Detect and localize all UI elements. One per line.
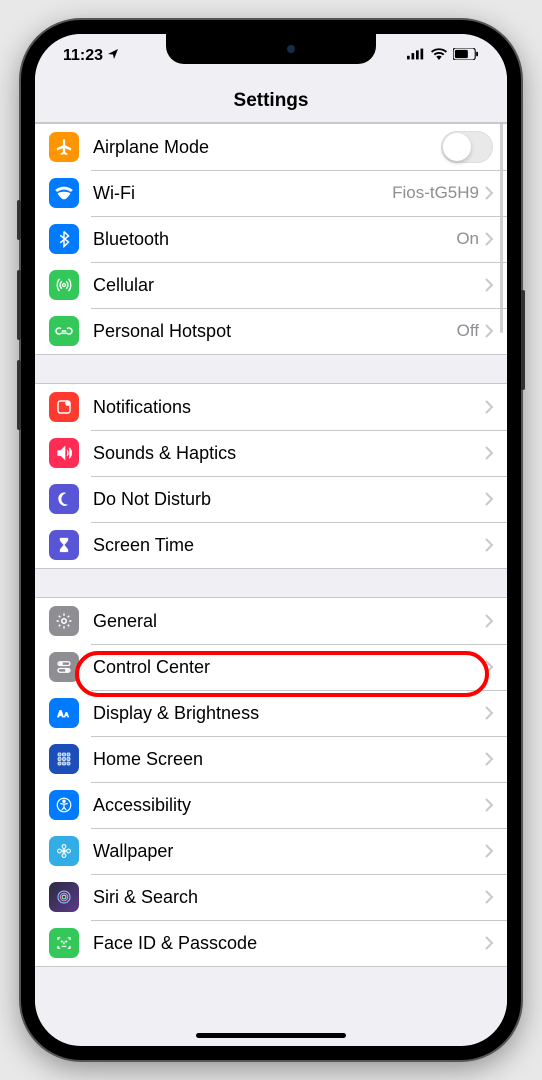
status-right [407,47,479,65]
sliders-icon [49,652,79,682]
row-control-center[interactable]: Control Center [35,644,507,690]
hotspot-icon [49,316,79,346]
row-accessibility[interactable]: Accessibility [35,782,507,828]
airplane-icon [49,132,79,162]
row-screen-time[interactable]: Screen Time [35,522,507,568]
status-left: 11:23 [63,47,119,65]
settings-list[interactable]: Airplane Mode Wi-Fi Fios-tG5H9 Bluetooth [35,123,507,1045]
settings-group-connectivity: Airplane Mode Wi-Fi Fios-tG5H9 Bluetooth [35,123,507,355]
chevron-right-icon [485,614,493,628]
row-general[interactable]: General [35,598,507,644]
chevron-right-icon [485,446,493,460]
gear-icon [49,606,79,636]
chevron-right-icon [485,798,493,812]
row-label: Screen Time [93,535,485,556]
row-label: Sounds & Haptics [93,443,485,464]
cellular-icon [49,270,79,300]
wifi-icon [49,178,79,208]
location-icon [107,47,119,65]
row-label: Home Screen [93,749,485,770]
device-frame: 11:23 Settings [21,20,521,1060]
row-notifications[interactable]: Notifications [35,384,507,430]
row-label: Accessibility [93,795,485,816]
nav-header: Settings [35,78,507,123]
battery-icon [453,47,479,65]
hourglass-icon [49,530,79,560]
accessibility-icon [49,790,79,820]
volume-down-button [17,360,21,430]
row-value: On [456,229,479,249]
chevron-right-icon [485,492,493,506]
volume-up-button [17,270,21,340]
svg-text:A: A [57,709,64,719]
chevron-right-icon [485,232,493,246]
row-sounds-haptics[interactable]: Sounds & Haptics [35,430,507,476]
wifi-icon [431,47,447,65]
notifications-icon [49,392,79,422]
power-button [521,290,525,390]
row-label: General [93,611,485,632]
row-label: Do Not Disturb [93,489,485,510]
row-cellular[interactable]: Cellular [35,262,507,308]
flower-icon [49,836,79,866]
chevron-right-icon [485,890,493,904]
row-label: Siri & Search [93,887,485,908]
chevron-right-icon [485,186,493,200]
row-label: Wi-Fi [93,183,392,204]
row-label: Control Center [93,657,485,678]
faceid-icon [49,928,79,958]
chevron-right-icon [485,324,493,338]
side-button [17,200,21,240]
row-bluetooth[interactable]: Bluetooth On [35,216,507,262]
siri-icon [49,882,79,912]
chevron-right-icon [485,844,493,858]
row-home-screen[interactable]: Home Screen [35,736,507,782]
svg-text:A: A [64,712,69,719]
chevron-right-icon [485,752,493,766]
airplane-mode-toggle[interactable] [441,131,493,163]
row-display-brightness[interactable]: AA Display & Brightness [35,690,507,736]
row-label: Wallpaper [93,841,485,862]
chevron-right-icon [485,936,493,950]
row-wallpaper[interactable]: Wallpaper [35,828,507,874]
screen: 11:23 Settings [35,34,507,1046]
row-value: Fios-tG5H9 [392,183,479,203]
cellular-signal-icon [407,47,425,65]
row-do-not-disturb[interactable]: Do Not Disturb [35,476,507,522]
row-label: Airplane Mode [93,137,441,158]
notch [166,34,376,64]
page-title: Settings [35,90,507,112]
row-face-id-passcode[interactable]: Face ID & Passcode [35,920,507,966]
row-personal-hotspot[interactable]: Personal Hotspot Off [35,308,507,354]
chevron-right-icon [485,538,493,552]
row-label: Display & Brightness [93,703,485,724]
row-wifi[interactable]: Wi-Fi Fios-tG5H9 [35,170,507,216]
sounds-icon [49,438,79,468]
row-label: Bluetooth [93,229,456,250]
settings-group-device: General Control Center AA Display & Brig… [35,597,507,967]
row-airplane-mode[interactable]: Airplane Mode [35,124,507,170]
chevron-right-icon [485,278,493,292]
row-value: Off [457,321,479,341]
clock: 11:23 [63,47,103,65]
text-size-icon: AA [49,698,79,728]
row-siri-search[interactable]: Siri & Search [35,874,507,920]
moon-icon [49,484,79,514]
home-indicator[interactable] [196,1033,346,1038]
row-label: Notifications [93,397,485,418]
grid-icon [49,744,79,774]
chevron-right-icon [485,706,493,720]
chevron-right-icon [485,660,493,674]
row-label: Cellular [93,275,485,296]
front-camera [287,45,295,53]
row-label: Face ID & Passcode [93,933,485,954]
chevron-right-icon [485,400,493,414]
row-label: Personal Hotspot [93,321,457,342]
bluetooth-icon [49,224,79,254]
settings-group-notifications: Notifications Sounds & Haptics Do Not Di… [35,383,507,569]
